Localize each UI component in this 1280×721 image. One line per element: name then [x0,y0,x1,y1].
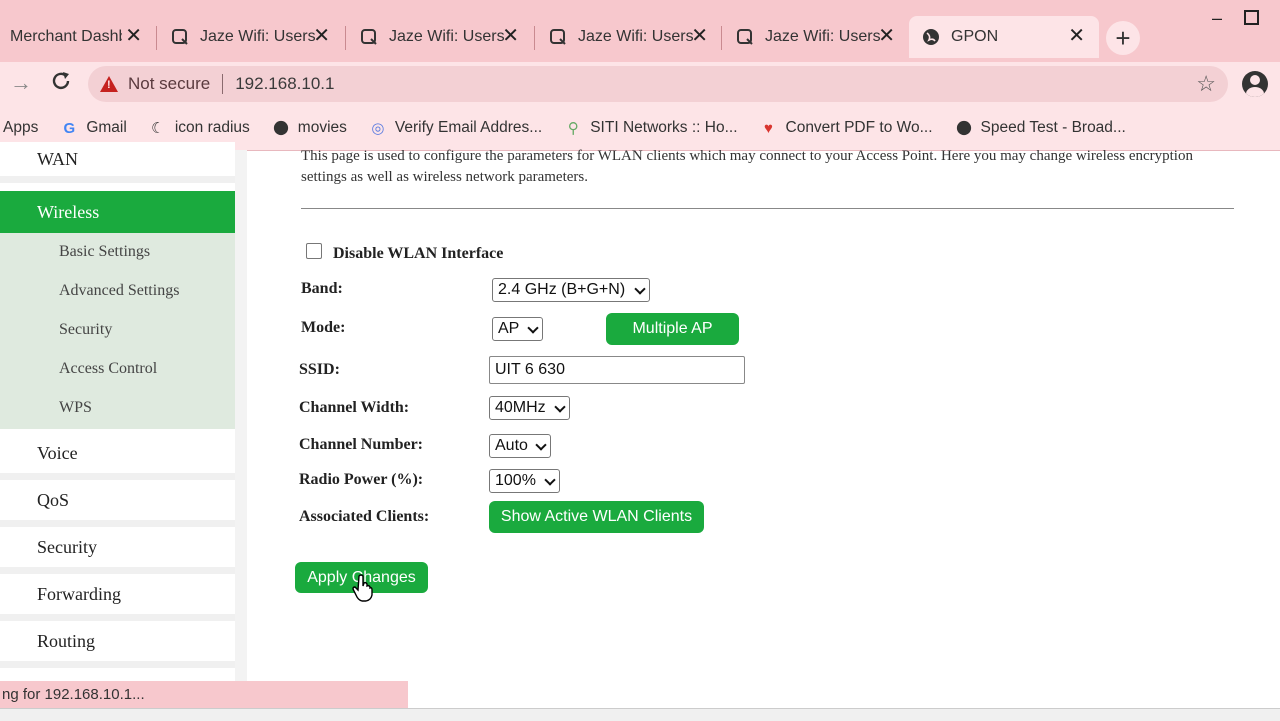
tab-title: Jaze Wifi: Users [200,28,316,45]
tab-title: Jaze Wifi: Users [765,28,881,45]
security-label[interactable]: Not secure [128,74,210,94]
content-divider [235,150,247,690]
close-icon[interactable]: ✕ [502,26,519,46]
chevron-down-icon [544,474,556,486]
disable-wlan-checkbox[interactable] [306,243,322,259]
reload-icon[interactable] [50,70,72,98]
siti-icon: ⚲ [567,120,579,137]
bookmark-speed-test[interactable]: Speed Test - Broad... [955,119,1126,137]
status-bar: ng for 192.168.10.1... [0,681,408,708]
bookmark-siti[interactable]: ⚲ SITI Networks :: Ho... [564,119,738,137]
new-tab-button[interactable]: + [1106,21,1140,55]
maximize-icon[interactable] [1244,10,1259,25]
chevron-down-icon [554,401,566,413]
tab-jaze-3[interactable]: Jaze Wifi: Users ✕ [536,16,722,58]
close-icon[interactable]: ✕ [1068,26,1085,46]
jaze-icon [359,27,379,47]
channel-width-label: Channel Width: [299,399,410,416]
globe-icon [272,119,290,137]
profile-avatar-icon[interactable] [1242,71,1268,97]
close-icon[interactable]: ✕ [313,26,330,46]
tab-title: GPON [951,28,999,45]
chevron-down-icon [527,322,539,334]
url-text[interactable]: 192.168.10.1 [235,74,334,94]
tab-title: Jaze Wifi: Users [578,28,694,45]
bookmark-apps[interactable]: Apps [3,119,38,137]
wireless-submenu: Basic Settings Advanced Settings Securit… [0,233,235,429]
bookmark-convert-pdf[interactable]: ♥ Convert PDF to Wo... [760,119,932,137]
submenu-access-control[interactable]: Access Control [59,360,157,378]
tab-title: Jaze Wifi: Users [389,28,505,45]
channel-number-label: Channel Number: [299,436,424,453]
band-label: Band: [301,280,343,297]
disable-wlan-label: Disable WLAN Interface [333,245,504,262]
channel-width-select[interactable]: 40MHz [489,396,570,420]
tab-title: Merchant Dashboard [10,28,122,45]
close-icon[interactable]: ✕ [691,26,708,46]
radio-power-select[interactable]: 100% [489,469,560,493]
tab-strip: Merchant Dashboard ✕ Jaze Wifi: Users ✕ … [0,0,1280,62]
mode-label: Mode: [301,319,346,336]
sidebar-item-security[interactable]: Security [0,527,235,574]
page-description: This page is used to configure the param… [301,148,1193,185]
page-bottom-edge [0,708,1280,721]
submenu-basic-settings[interactable]: Basic Settings [59,243,150,261]
close-icon[interactable]: ✕ [125,26,142,46]
tab-gpon[interactable]: GPON ✕ [909,16,1099,58]
bookmark-icon-radius[interactable]: ☾ icon radius [149,119,250,137]
tab-jaze-1[interactable]: Jaze Wifi: Users ✕ [158,16,344,58]
ssid-label: SSID: [299,361,340,378]
sidebar-item-wan[interactable]: WAN [0,142,235,183]
mode-select[interactable]: AP [492,317,543,341]
radio-power-label: Radio Power (%): [299,471,424,488]
sidebar-item-routing[interactable]: Routing [0,621,235,668]
heart-icon: ♥ [764,119,773,137]
channel-number-select[interactable]: Auto [489,434,551,458]
tab-jaze-2[interactable]: Jaze Wifi: Users ✕ [347,16,533,58]
submenu-security[interactable]: Security [59,321,112,339]
sidebar-item-forwarding[interactable]: Forwarding [0,574,235,621]
sidebar-item-qos[interactable]: QoS [0,480,235,527]
submenu-wps[interactable]: WPS [59,399,92,417]
band-select[interactable]: 2.4 GHz (B+G+N) [492,278,650,302]
google-icon: G [63,119,76,137]
chevron-down-icon [535,439,547,451]
bookmark-star-icon[interactable]: ☆ [1196,71,1216,97]
warning-icon [100,76,118,92]
sidebar: WAN Wireless Basic Settings Advanced Set… [0,142,235,690]
browser-toolbar: → Not secure 192.168.10.1 ☆ [0,62,1280,106]
minimize-icon[interactable]: – [1212,8,1222,29]
associated-clients-label: Associated Clients: [299,508,430,525]
hand-cursor-icon [352,574,374,607]
multiple-ap-button[interactable]: Multiple AP [606,313,739,345]
tab-merchant[interactable]: Merchant Dashboard ✕ [0,16,156,58]
close-icon[interactable]: ✕ [878,26,895,46]
ssid-input[interactable]: UIT 6 630 [489,356,745,384]
bookmark-movies[interactable]: movies [272,119,347,137]
bookmark-gmail[interactable]: G Gmail [60,119,127,137]
jaze-icon [170,27,190,47]
globe-icon [921,27,941,47]
verify-icon: ◎ [371,120,385,137]
show-active-clients-button[interactable]: Show Active WLAN Clients [489,501,704,533]
globe-icon [955,119,973,137]
submenu-advanced-settings[interactable]: Advanced Settings [59,282,179,300]
chevron-down-icon [634,283,646,295]
jaze-icon [548,27,568,47]
tab-jaze-4[interactable]: Jaze Wifi: Users ✕ [723,16,909,58]
divider [301,208,1234,209]
forward-icon[interactable]: → [10,70,32,96]
sidebar-item-wireless[interactable]: Wireless [0,191,235,233]
address-bar[interactable]: Not secure 192.168.10.1 ☆ [88,66,1228,102]
radius-icon: ☾ [151,120,165,137]
sidebar-item-voice[interactable]: Voice [0,433,235,480]
bookmark-verify-email[interactable]: ◎ Verify Email Addres... [369,119,542,137]
jaze-icon [735,27,755,47]
